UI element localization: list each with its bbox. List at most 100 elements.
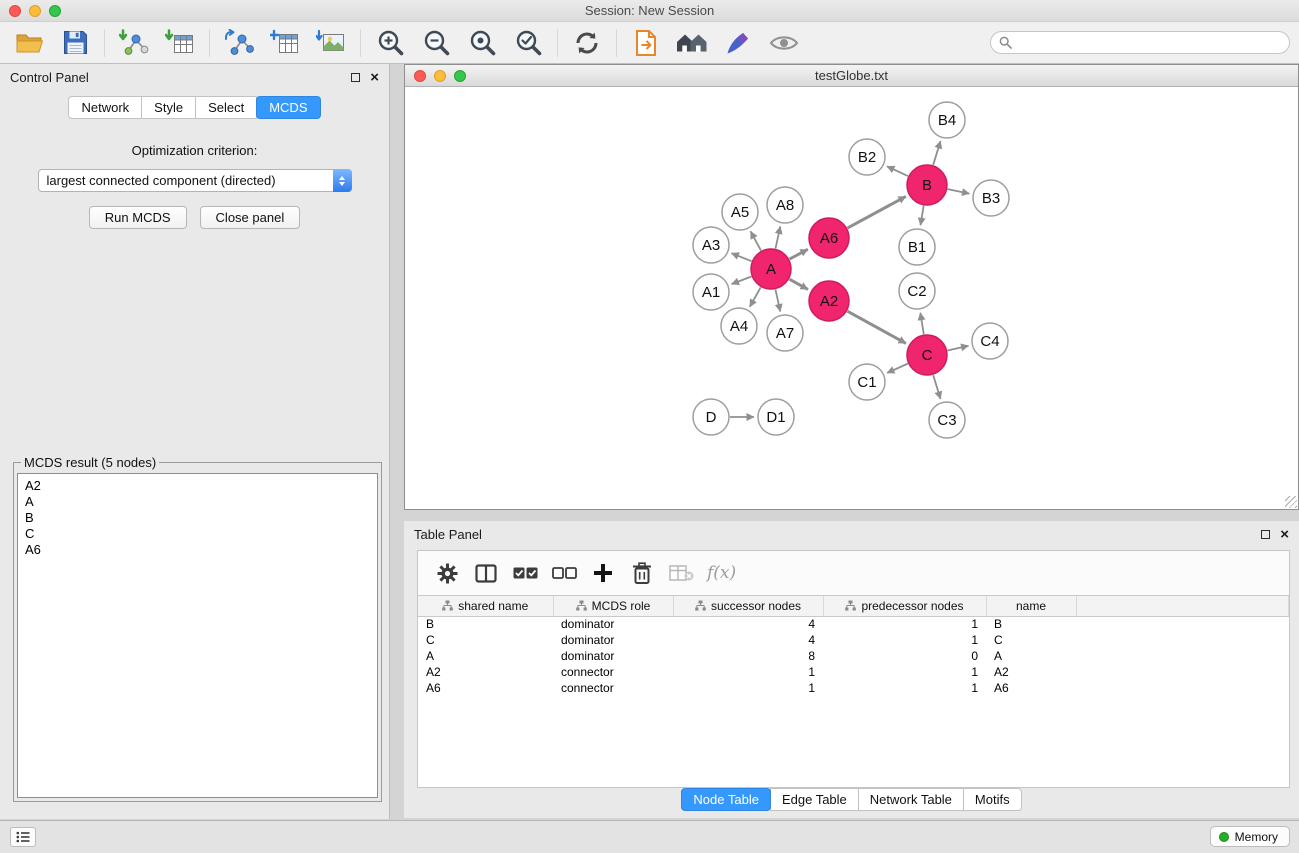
tab-motifs[interactable]: Motifs xyxy=(963,788,1022,811)
cell-shared-name[interactable]: A6 xyxy=(418,680,553,696)
table-row[interactable]: A6connector11A6 xyxy=(418,680,1289,696)
memory-button[interactable]: Memory xyxy=(1210,826,1290,847)
graph-edge-A6-B[interactable] xyxy=(847,196,905,228)
graph-node-A8[interactable]: A8 xyxy=(767,187,803,223)
cell-predecessor-nodes[interactable]: 1 xyxy=(823,664,986,680)
zoom-out-icon[interactable] xyxy=(419,27,453,59)
graph-node-B4[interactable]: B4 xyxy=(929,102,965,138)
deselect-all-rows-icon[interactable] xyxy=(551,560,577,586)
close-panel-button[interactable]: Close panel xyxy=(200,206,301,229)
graph-edge-C-C1[interactable] xyxy=(887,364,908,373)
graph-node-A3[interactable]: A3 xyxy=(693,227,729,263)
network-canvas[interactable]: B4B2BB3A5A8A6B1A3AA1C2A2A4A7C4CC1C3DD1 xyxy=(405,87,1298,509)
table-row[interactable]: Bdominator41B xyxy=(418,616,1289,632)
graph-node-D1[interactable]: D1 xyxy=(758,399,794,435)
run-mcds-button[interactable]: Run MCDS xyxy=(89,206,187,229)
graph-edge-B-B2[interactable] xyxy=(887,166,908,176)
table-settings-gear-icon[interactable] xyxy=(434,560,460,586)
cell-name[interactable]: C xyxy=(986,632,1076,648)
graph-node-A2[interactable]: A2 xyxy=(809,281,849,321)
close-table-panel-icon[interactable]: × xyxy=(1280,530,1289,539)
float-panel-icon[interactable] xyxy=(351,73,360,82)
cell-shared-name[interactable]: A xyxy=(418,648,553,664)
mcds-result-item[interactable]: A6 xyxy=(25,542,370,558)
apply-style-brush-icon[interactable] xyxy=(721,27,755,59)
column-header-mcds-role[interactable]: MCDS role xyxy=(553,596,673,616)
open-folder-icon[interactable] xyxy=(12,27,46,59)
cell-name[interactable]: B xyxy=(986,616,1076,632)
cell-successor-nodes[interactable]: 4 xyxy=(673,632,823,648)
graph-node-A[interactable]: A xyxy=(751,249,791,289)
cell-mcds-role[interactable]: connector xyxy=(553,680,673,696)
cell-successor-nodes[interactable]: 1 xyxy=(673,680,823,696)
cell-mcds-role[interactable]: dominator xyxy=(553,616,673,632)
graph-node-C4[interactable]: C4 xyxy=(972,323,1008,359)
graph-node-B1[interactable]: B1 xyxy=(899,229,935,265)
tab-mcds[interactable]: MCDS xyxy=(256,96,320,119)
table-row[interactable]: A2connector11A2 xyxy=(418,664,1289,680)
graph-edge-A-A1[interactable] xyxy=(732,277,752,285)
first-neighbors-home-icon[interactable] xyxy=(675,27,709,59)
cell-shared-name[interactable]: A2 xyxy=(418,664,553,680)
graph-node-C3[interactable]: C3 xyxy=(929,402,965,438)
export-image-icon[interactable] xyxy=(314,27,348,59)
save-icon[interactable] xyxy=(58,27,92,59)
close-panel-icon[interactable]: × xyxy=(370,73,379,82)
cell-predecessor-nodes[interactable]: 1 xyxy=(823,680,986,696)
column-header-predecessor-nodes[interactable]: predecessor nodes xyxy=(823,596,986,616)
graph-edge-A-A8[interactable] xyxy=(775,226,780,248)
float-table-panel-icon[interactable] xyxy=(1261,530,1270,539)
cell-shared-name[interactable]: B xyxy=(418,616,553,632)
cell-successor-nodes[interactable]: 1 xyxy=(673,664,823,680)
cell-mcds-role[interactable]: connector xyxy=(553,664,673,680)
column-header-shared-name[interactable]: shared name xyxy=(418,596,553,616)
cell-name[interactable]: A xyxy=(986,648,1076,664)
cell-shared-name[interactable]: C xyxy=(418,632,553,648)
graph-node-B2[interactable]: B2 xyxy=(849,139,885,175)
import-table-icon[interactable] xyxy=(163,27,197,59)
cell-name[interactable]: A6 xyxy=(986,680,1076,696)
cell-successor-nodes[interactable]: 8 xyxy=(673,648,823,664)
tab-style[interactable]: Style xyxy=(141,96,196,119)
show-columns-icon[interactable] xyxy=(473,560,499,586)
graph-edge-C-C2[interactable] xyxy=(920,313,923,335)
graph-node-C[interactable]: C xyxy=(907,335,947,375)
graph-edge-B-B1[interactable] xyxy=(921,206,924,226)
graph-edge-A-A5[interactable] xyxy=(751,231,761,250)
add-row-icon[interactable] xyxy=(590,560,616,586)
new-table-icon[interactable] xyxy=(268,27,302,59)
search-input[interactable] xyxy=(1018,36,1281,50)
graph-edge-A-A6[interactable] xyxy=(790,249,808,259)
column-header-successor-nodes[interactable]: successor nodes xyxy=(673,596,823,616)
table-row[interactable]: Cdominator41C xyxy=(418,632,1289,648)
graph-node-A4[interactable]: A4 xyxy=(721,308,757,344)
refresh-icon[interactable] xyxy=(570,27,604,59)
cell-successor-nodes[interactable]: 4 xyxy=(673,616,823,632)
open-document-icon[interactable] xyxy=(629,27,663,59)
cell-mcds-role[interactable]: dominator xyxy=(553,648,673,664)
graph-edge-A-A4[interactable] xyxy=(750,287,761,307)
mcds-result-item[interactable]: B xyxy=(25,510,370,526)
graph-node-A7[interactable]: A7 xyxy=(767,315,803,351)
import-network-icon[interactable] xyxy=(117,27,151,59)
search-field[interactable] xyxy=(990,31,1290,54)
graph-node-D[interactable]: D xyxy=(693,399,729,435)
network-graph[interactable]: B4B2BB3A5A8A6B1A3AA1C2A2A4A7C4CC1C3DD1 xyxy=(405,87,1298,509)
tab-node-table[interactable]: Node Table xyxy=(681,788,771,811)
table-row[interactable]: Adominator80A xyxy=(418,648,1289,664)
tab-edge-table[interactable]: Edge Table xyxy=(770,788,859,811)
graph-edge-A-A7[interactable] xyxy=(775,290,780,312)
mcds-result-item[interactable]: C xyxy=(25,526,370,542)
cell-mcds-role[interactable]: dominator xyxy=(553,632,673,648)
tab-network[interactable]: Network xyxy=(68,96,142,119)
network-window-titlebar[interactable]: testGlobe.txt xyxy=(405,65,1298,87)
select-all-rows-icon[interactable] xyxy=(512,560,538,586)
graph-node-B[interactable]: B xyxy=(907,165,947,205)
graph-edge-A-A3[interactable] xyxy=(731,253,751,261)
graph-node-A1[interactable]: A1 xyxy=(693,274,729,310)
window-resize-grip[interactable] xyxy=(1285,496,1297,508)
mcds-result-item[interactable]: A2 xyxy=(25,478,370,494)
graph-edge-C-C4[interactable] xyxy=(947,346,968,351)
mcds-result-item[interactable]: A xyxy=(25,494,370,510)
tab-network-table[interactable]: Network Table xyxy=(858,788,964,811)
